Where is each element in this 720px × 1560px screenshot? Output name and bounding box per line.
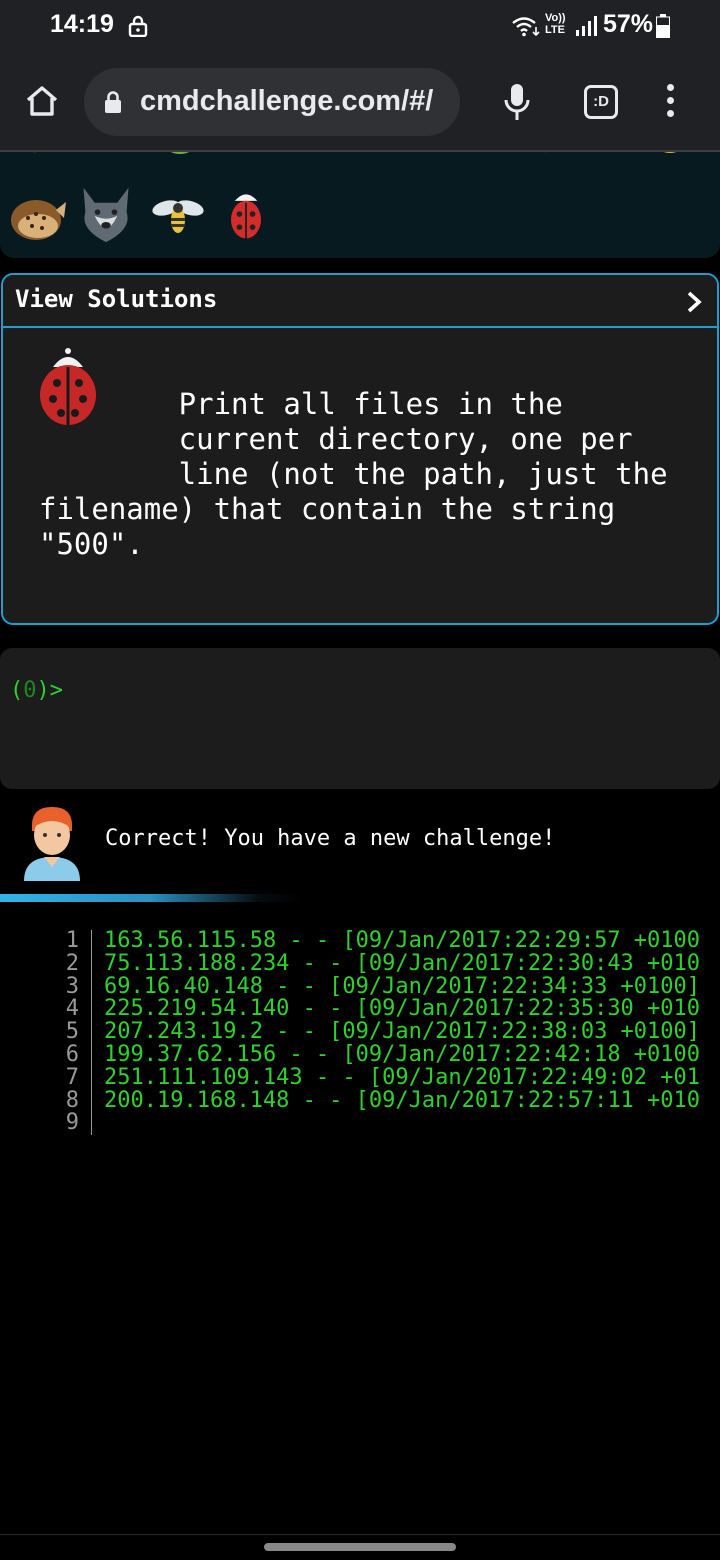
output-line: 200.19.168.148 - - [09/Jan/2017:22:57:11… xyxy=(104,1087,701,1113)
partial-emoji-icon xyxy=(230,152,270,162)
partial-emoji-icon xyxy=(170,152,190,154)
line-number: 6 xyxy=(65,1041,79,1067)
line-number-gutter: 123456789 xyxy=(56,930,92,1136)
line-number: 2 xyxy=(65,950,79,976)
badge-strip xyxy=(0,152,720,258)
prompt-close: )> xyxy=(36,678,64,703)
line-number: 5 xyxy=(65,1019,79,1045)
line-number: 1 xyxy=(65,930,79,953)
solutions-panel: View Solutions Print all files in the cu… xyxy=(1,273,719,625)
menu-icon[interactable] xyxy=(664,84,676,120)
partial-emoji-icon xyxy=(300,152,340,162)
prompt-exit-code: 0 xyxy=(23,678,37,703)
secure-lock-icon xyxy=(105,91,121,113)
prompt-open: ( xyxy=(10,678,24,703)
line-number: 8 xyxy=(65,1087,79,1113)
signal-icon xyxy=(576,16,597,36)
person-avatar-icon xyxy=(24,807,80,881)
partial-emoji-icon xyxy=(16,152,56,162)
home-icon[interactable] xyxy=(24,83,60,119)
output-listing: 123456789 163.56.115.58 - - [09/Jan/2017… xyxy=(0,930,720,1140)
output-line: 75.113.188.234 - - [09/Jan/2017:22:30:43… xyxy=(104,950,701,976)
partial-emoji-icon xyxy=(86,152,126,162)
volte-indicator: Vo)) LTE xyxy=(545,12,566,36)
output-line: 199.37.62.156 - - [09/Jan/2017:22:42:18 … xyxy=(104,1041,701,1067)
terminal-prompt: (0)> xyxy=(10,678,63,703)
ladybug-icon xyxy=(231,194,261,239)
status-time: 14:19 xyxy=(50,10,114,38)
hedgehog-icon xyxy=(11,200,66,240)
progress-bar xyxy=(0,894,720,902)
line-number: 3 xyxy=(65,973,79,999)
partial-emoji-icon xyxy=(590,152,630,162)
output-line: 251.111.109.143 - - [09/Jan/2017:22:49:0… xyxy=(104,1064,701,1090)
status-bar: 14:19 Vo)) LTE 57% xyxy=(0,0,720,54)
wifi-icon xyxy=(512,17,540,37)
wolf-icon xyxy=(83,187,129,243)
view-solutions-header[interactable]: View Solutions xyxy=(3,275,717,328)
battery-percent: 57% xyxy=(603,10,654,38)
line-number: 4 xyxy=(65,996,79,1022)
tab-switcher-button[interactable]: :D xyxy=(584,85,618,119)
nav-divider xyxy=(0,1534,720,1535)
partial-emoji-icon xyxy=(544,152,546,153)
output-line: 207.243.19.2 - - [09/Jan/2017:22:38:03 +… xyxy=(104,1019,701,1045)
volte-label: Vo)) xyxy=(545,12,566,24)
browser-toolbar: cmdchallenge.com/#/ :D xyxy=(0,54,720,152)
lock-icon xyxy=(128,15,148,37)
partial-emoji-icon xyxy=(370,152,410,162)
output-lines: 163.56.115.58 - - [09/Jan/2017:22:29:57 … xyxy=(104,930,720,1135)
address-bar[interactable]: cmdchallenge.com/#/ xyxy=(84,68,460,136)
output-line: 69.16.40.148 - - [09/Jan/2017:22:34:33 +… xyxy=(104,973,701,999)
line-number: 9 xyxy=(65,1110,79,1136)
view-solutions-title[interactable]: View Solutions xyxy=(15,285,217,313)
output-line: 163.56.115.58 - - [09/Jan/2017:22:29:57 … xyxy=(104,930,701,953)
partial-emoji-icon xyxy=(450,152,490,162)
result-message: Correct! You have a new challenge! xyxy=(105,826,556,851)
mic-icon[interactable] xyxy=(502,82,532,122)
terminal-input[interactable]: (0)> xyxy=(0,648,720,789)
partial-emoji-icon xyxy=(663,152,677,153)
output-line: 225.219.54.140 - - [09/Jan/2017:22:35:30… xyxy=(104,996,701,1022)
home-indicator[interactable] xyxy=(264,1543,456,1551)
bee-icon xyxy=(152,200,204,233)
chevron-right-icon[interactable] xyxy=(685,289,703,315)
url-text[interactable]: cmdchallenge.com/#/ xyxy=(140,85,433,118)
line-number: 7 xyxy=(65,1064,79,1090)
lte-label: LTE xyxy=(545,24,565,36)
progress-fill xyxy=(0,894,432,902)
challenge-description: Print all files in the current directory… xyxy=(39,387,668,561)
battery-icon xyxy=(656,14,670,38)
